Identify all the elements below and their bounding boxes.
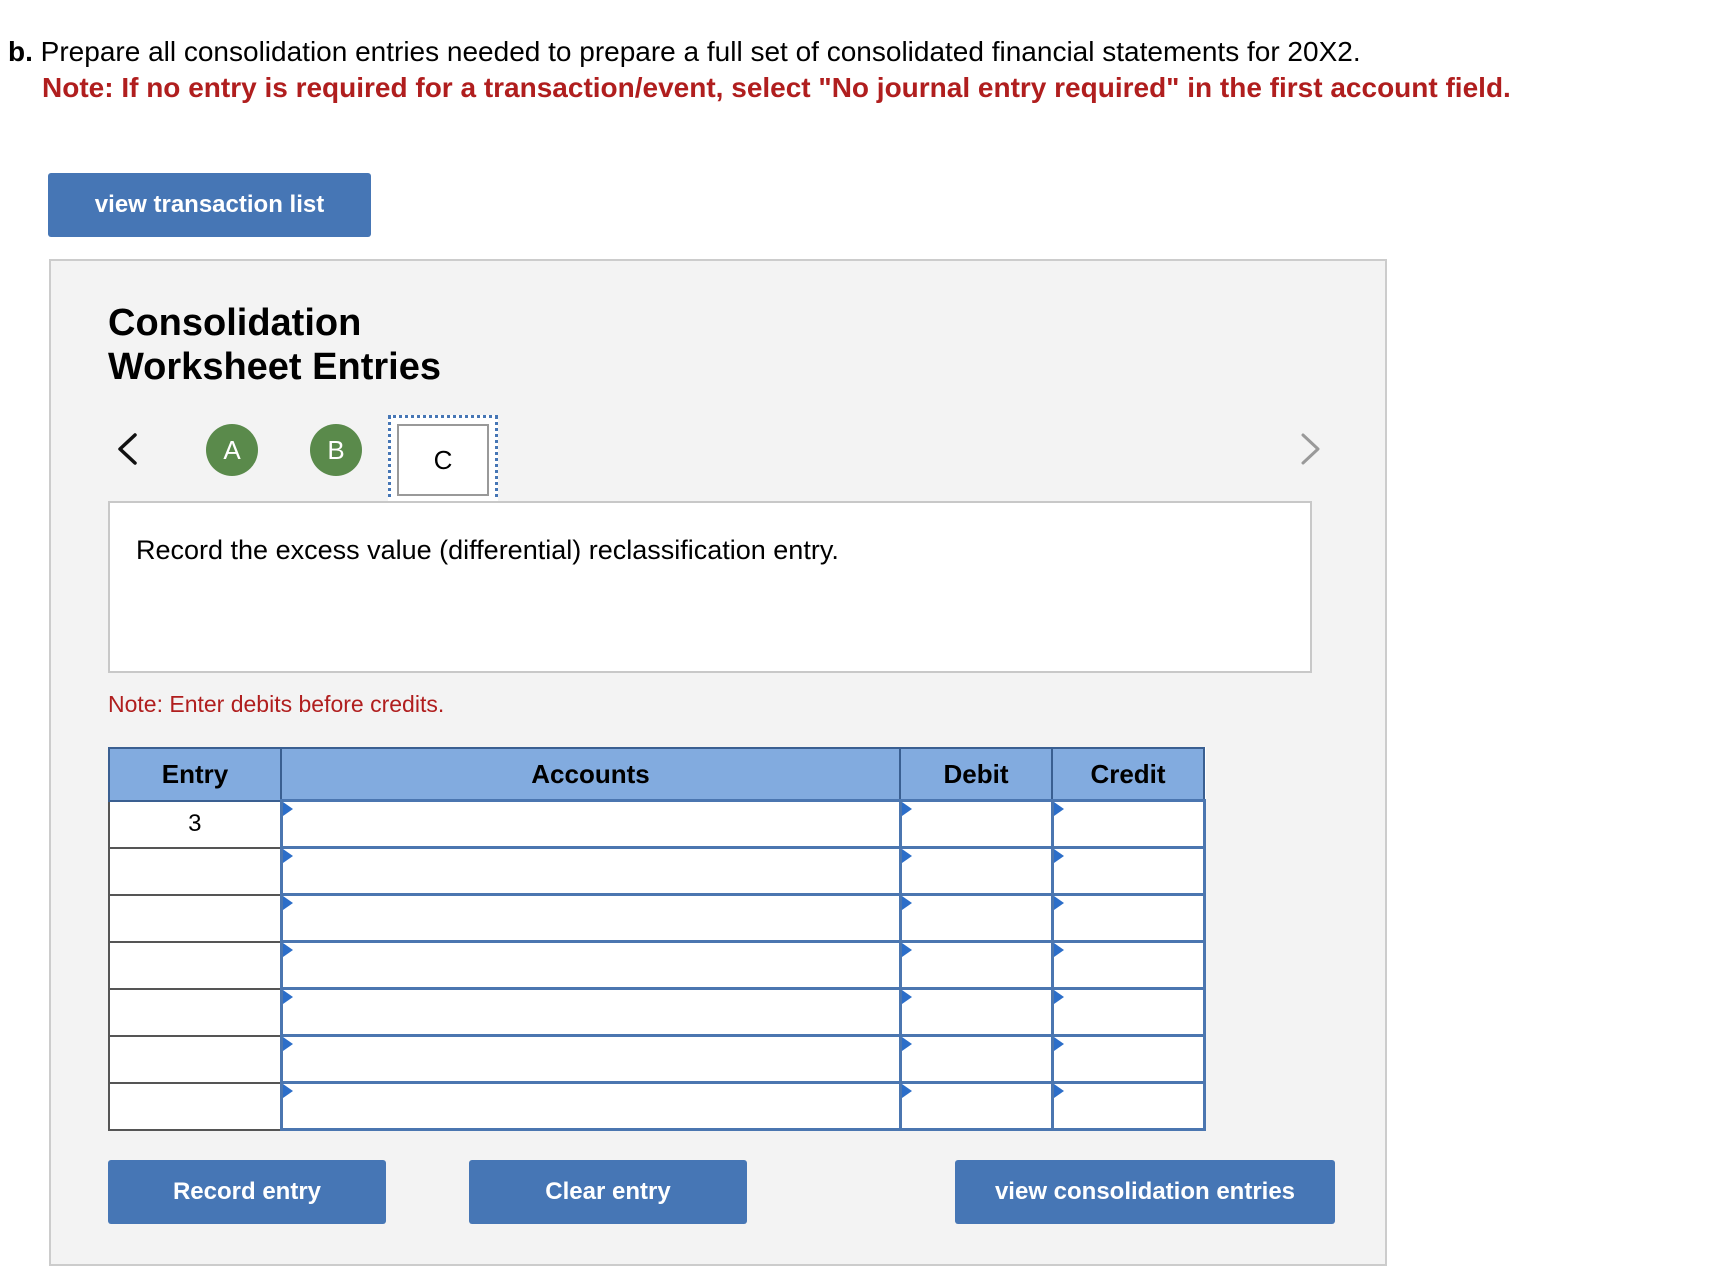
instruction-box: Record the excess value (differential) r… (108, 501, 1312, 673)
account-input[interactable] (282, 1084, 899, 1128)
prev-arrow-icon[interactable] (107, 429, 147, 469)
view-transaction-list-button[interactable]: view transaction list (48, 173, 371, 237)
debit-input-cell (898, 799, 1054, 849)
debit-input[interactable] (901, 802, 1051, 846)
table-row (108, 846, 1206, 896)
credit-input[interactable] (1053, 943, 1203, 987)
debit-input[interactable] (901, 943, 1051, 987)
entry-number-cell (108, 846, 282, 896)
debit-input[interactable] (901, 990, 1051, 1034)
table-row (108, 893, 1206, 943)
entry-number-cell (108, 987, 282, 1037)
debit-input-cell (898, 940, 1054, 990)
credit-input-cell (1050, 1081, 1206, 1131)
account-input-cell (279, 799, 902, 849)
question-text: b. Prepare all consolidation entries nee… (8, 34, 1698, 70)
question-note: Note: If no entry is required for a tran… (42, 72, 1511, 103)
tab-b[interactable]: B (310, 424, 362, 476)
debit-input-cell (898, 1081, 1054, 1131)
header-accounts: Accounts (280, 747, 901, 802)
account-input-cell (279, 846, 902, 896)
debits-note: Note: Enter debits before credits. (108, 691, 445, 717)
account-input-cell (279, 987, 902, 1037)
table-header-row: Entry Accounts Debit Credit (108, 747, 1205, 802)
chevron-right-icon (1301, 433, 1320, 465)
credit-input-cell (1050, 799, 1206, 849)
tab-c-current[interactable]: C (388, 415, 498, 505)
debit-input-cell (898, 987, 1054, 1037)
credit-input[interactable] (1053, 802, 1203, 846)
credit-input-cell (1050, 893, 1206, 943)
credit-input[interactable] (1053, 1084, 1203, 1128)
view-consolidation-entries-button[interactable]: view consolidation entries (955, 1160, 1335, 1224)
header-debit: Debit (899, 747, 1053, 802)
table-row (108, 1081, 1206, 1131)
consolidation-panel: Consolidation Worksheet Entries A B C Re… (49, 259, 1387, 1266)
debit-input-cell (898, 846, 1054, 896)
table-row (108, 1034, 1206, 1084)
credit-input[interactable] (1053, 896, 1203, 940)
panel-title: Consolidation Worksheet Entries (108, 302, 441, 388)
debit-input[interactable] (901, 849, 1051, 893)
clear-entry-button[interactable]: Clear entry (469, 1160, 747, 1224)
account-input[interactable] (282, 802, 899, 846)
credit-input[interactable] (1053, 990, 1203, 1034)
table-row (108, 940, 1206, 990)
account-input-cell (279, 893, 902, 943)
entry-table: Entry Accounts Debit Credit 3 (108, 747, 1206, 1131)
account-input[interactable] (282, 943, 899, 987)
tab-a[interactable]: A (206, 424, 258, 476)
debit-input[interactable] (901, 1037, 1051, 1081)
account-input[interactable] (282, 990, 899, 1034)
debit-input[interactable] (901, 1084, 1051, 1128)
debit-input-cell (898, 1034, 1054, 1084)
credit-input-cell (1050, 987, 1206, 1037)
account-input[interactable] (282, 849, 899, 893)
entry-number-cell (108, 1034, 282, 1084)
next-arrow-icon[interactable] (1291, 429, 1331, 469)
account-input-cell (279, 1081, 902, 1131)
credit-input-cell (1050, 940, 1206, 990)
account-input-cell (279, 940, 902, 990)
account-input[interactable] (282, 896, 899, 940)
table-row (108, 987, 1206, 1037)
table-row: 3 (108, 799, 1206, 849)
account-input-cell (279, 1034, 902, 1084)
account-input[interactable] (282, 1037, 899, 1081)
credit-input[interactable] (1053, 1037, 1203, 1081)
question-prompt: Prepare all consolidation entries needed… (40, 36, 1361, 67)
entry-number-cell (108, 893, 282, 943)
header-entry: Entry (108, 747, 282, 802)
record-entry-button[interactable]: Record entry (108, 1160, 386, 1224)
credit-input[interactable] (1053, 849, 1203, 893)
header-credit: Credit (1051, 747, 1205, 802)
chevron-left-icon (118, 433, 137, 465)
credit-input-cell (1050, 1034, 1206, 1084)
entry-number-cell (108, 940, 282, 990)
debit-input-cell (898, 893, 1054, 943)
entry-number-cell: 3 (108, 799, 282, 849)
tab-c-label: C (397, 424, 489, 496)
instruction-text: Record the excess value (differential) r… (136, 535, 839, 565)
entry-number-cell (108, 1081, 282, 1131)
credit-input-cell (1050, 846, 1206, 896)
part-label: b. (8, 36, 33, 67)
debit-input[interactable] (901, 896, 1051, 940)
